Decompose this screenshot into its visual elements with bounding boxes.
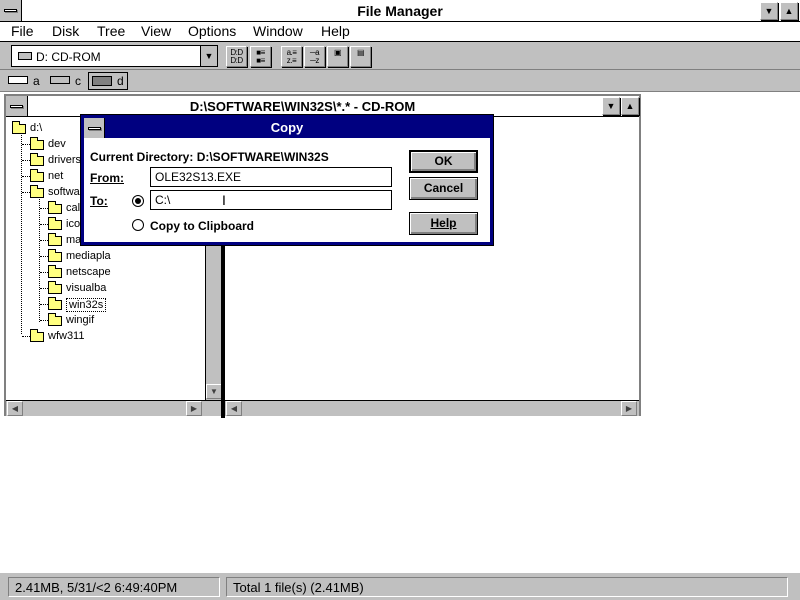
- folder-icon: [48, 297, 62, 310]
- drive-d[interactable]: d: [88, 72, 128, 90]
- tree-item[interactable]: win32s: [66, 298, 107, 312]
- copy-to-clipboard-label[interactable]: Copy to Clipboard: [150, 219, 254, 233]
- copy-dialog-title-bar: Copy: [84, 118, 490, 138]
- status-bar: 2.41MB, 5/31/<2 6:49:40PM Total 1 file(s…: [0, 572, 800, 600]
- from-label: From:: [90, 171, 124, 185]
- to-input[interactable]: C:\ I: [150, 190, 392, 210]
- tree-item[interactable]: ma: [66, 234, 81, 246]
- tree-item[interactable]: cal: [66, 202, 80, 214]
- to-label: To:: [90, 194, 108, 208]
- to-radio-button[interactable]: [132, 195, 144, 207]
- maximize-button[interactable]: ▲: [780, 2, 798, 20]
- sort-by-type-button[interactable]: ─a ─z: [304, 46, 325, 67]
- scroll-left-icon[interactable]: ◀: [226, 401, 242, 416]
- status-selection-info: 2.41MB, 5/31/<2 6:49:40PM: [8, 577, 220, 597]
- ok-button[interactable]: OK: [409, 150, 478, 173]
- tree-item[interactable]: mediapla: [66, 250, 111, 262]
- window-title: File Manager: [357, 3, 443, 19]
- tree-item[interactable]: wfw311: [48, 330, 84, 342]
- from-input[interactable]: OLE32S13.EXE: [150, 167, 392, 187]
- child-minimize-button[interactable]: ▼: [602, 97, 620, 115]
- folder-icon: [30, 137, 44, 150]
- drive-select-value: D: CD-ROM: [36, 50, 101, 64]
- floppy-drive-icon: [8, 76, 28, 84]
- scroll-left-icon[interactable]: ◀: [7, 401, 23, 416]
- menu-view[interactable]: View: [141, 23, 171, 39]
- drive-a[interactable]: a: [6, 72, 42, 90]
- tree-item[interactable]: dev: [48, 138, 66, 150]
- menu-file[interactable]: File: [11, 23, 34, 39]
- folder-icon: [48, 233, 62, 246]
- tree-item[interactable]: ico: [66, 218, 80, 230]
- dropdown-arrow-icon[interactable]: ▼: [200, 46, 217, 66]
- tree-item[interactable]: net: [48, 170, 63, 182]
- cdrom-drive-icon: [18, 52, 32, 60]
- new-window-button[interactable]: ▣: [327, 46, 348, 67]
- tree-item[interactable]: visualba: [66, 282, 106, 294]
- folder-icon: [48, 281, 62, 294]
- sort-by-name-button[interactable]: a.≡ z.≡: [281, 46, 302, 67]
- tree-item[interactable]: drivers: [48, 154, 81, 166]
- current-directory-label: Current Directory: D:\SOFTWARE\WIN32S: [90, 150, 329, 164]
- cdrom-drive-icon: [92, 76, 112, 86]
- folder-icon: [30, 169, 44, 182]
- menu-disk[interactable]: Disk: [52, 23, 79, 39]
- directory-window-title-bar: D:\SOFTWARE\WIN32S\*.* - CD-ROM ▼ ▲: [6, 96, 639, 117]
- folder-icon: [48, 217, 62, 230]
- drive-bar: a c d: [0, 70, 800, 92]
- drive-select[interactable]: D: CD-ROM ▼: [11, 45, 218, 67]
- drive-c[interactable]: c: [48, 72, 84, 90]
- menu-window[interactable]: Window: [253, 23, 303, 39]
- minimize-icon: ▼: [764, 6, 774, 16]
- cancel-button[interactable]: Cancel: [409, 177, 478, 200]
- maximize-icon: ▲: [784, 6, 794, 16]
- help-button[interactable]: Help: [409, 212, 478, 235]
- folder-icon: [30, 185, 44, 198]
- hard-drive-icon: [50, 76, 70, 84]
- tree-item[interactable]: wingif: [66, 314, 94, 326]
- minimize-button[interactable]: ▼: [760, 2, 778, 20]
- connect-network-drive-button[interactable]: D:D D:D: [226, 46, 247, 67]
- maximize-icon: ▲: [625, 101, 635, 111]
- folder-icon: [30, 153, 44, 166]
- folder-icon: [30, 329, 44, 342]
- folder-icon: [48, 249, 62, 262]
- directory-window-title: D:\SOFTWARE\WIN32S\*.* - CD-ROM: [189, 99, 416, 114]
- folder-icon: [48, 265, 62, 278]
- scroll-right-icon[interactable]: ▶: [186, 401, 202, 416]
- tree-item[interactable]: netscape: [66, 266, 111, 278]
- copy-to-clipboard-radio[interactable]: [132, 219, 144, 231]
- tree-horizontal-scrollbar[interactable]: ◀ ▶: [6, 400, 221, 416]
- tree-item[interactable]: d:\: [30, 122, 42, 134]
- scroll-down-icon[interactable]: ▼: [206, 384, 222, 399]
- tree-item[interactable]: softwa: [48, 186, 80, 198]
- status-total-info: Total 1 file(s) (2.41MB): [226, 577, 788, 597]
- menu-help[interactable]: Help: [321, 23, 350, 39]
- child-maximize-button[interactable]: ▲: [621, 97, 639, 115]
- minimize-icon: ▼: [606, 101, 616, 111]
- folder-icon: [12, 121, 26, 134]
- toolbar: D: CD-ROM ▼ D:D D:D ■≡ ■≡ a.≡ z.≡ ─a ─z ▣ ▤: [0, 42, 800, 70]
- scroll-right-icon[interactable]: ▶: [621, 401, 637, 416]
- copy-dialog-title: Copy: [270, 120, 304, 135]
- menu-options[interactable]: Options: [188, 23, 236, 39]
- copy-dialog: Copy Current Directory: D:\SOFTWARE\WIN3…: [81, 115, 493, 245]
- title-bar: File Manager ▼ ▲: [0, 0, 800, 22]
- files-horizontal-scrollbar[interactable]: ◀ ▶: [225, 400, 639, 416]
- folder-icon: [48, 313, 62, 326]
- text-cursor-icon: I: [222, 192, 226, 208]
- properties-button[interactable]: ▤: [350, 46, 371, 67]
- folder-icon: [48, 201, 62, 214]
- menu-bar: File Disk Tree View Options Window Help: [0, 22, 800, 42]
- disconnect-network-drive-button[interactable]: ■≡ ■≡: [250, 46, 271, 67]
- menu-tree[interactable]: Tree: [97, 23, 125, 39]
